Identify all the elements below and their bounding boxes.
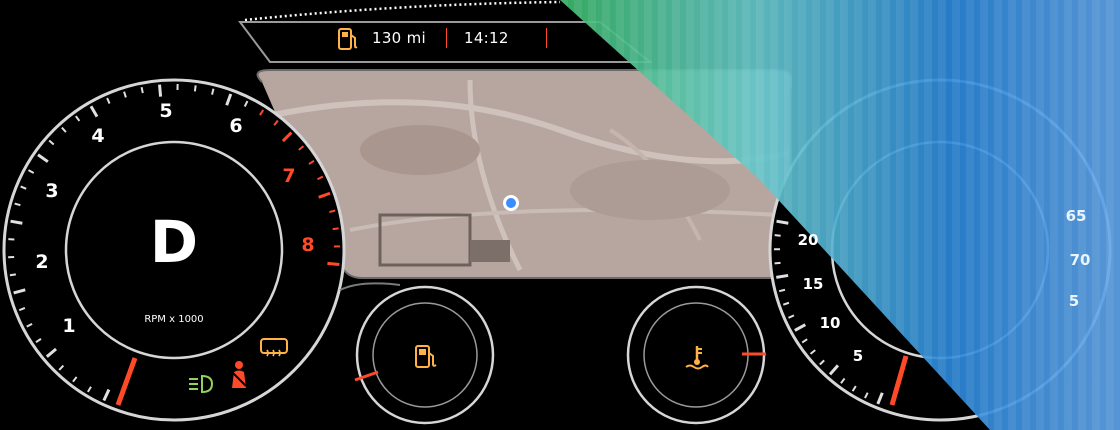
dial-tick (158, 84, 163, 97)
dial-tick (776, 219, 789, 225)
dial-tick (776, 273, 789, 279)
dial-tick (140, 86, 144, 94)
rpm-scale-1: 1 (62, 315, 76, 337)
dial-tick (10, 219, 23, 225)
dial-tick (327, 261, 340, 266)
rpm-scale-3: 3 (45, 180, 59, 202)
rpm-scale-6: 6 (229, 115, 243, 137)
rear-defrost-icon (260, 338, 288, 357)
speed-scale-partial: 5 (1068, 292, 1080, 310)
dial-tick (329, 209, 336, 213)
clock-readout: 14:12 (464, 29, 509, 47)
fuel-pump-icon (338, 28, 358, 50)
seatbelt-warning-icon (231, 361, 247, 388)
speed-scale-65: 65 (1065, 207, 1087, 225)
dial-tick (9, 273, 17, 277)
coolant-temp-icon (685, 346, 709, 370)
top-info-bar: 130 mi 14:12 (240, 14, 660, 64)
current-location-dot[interactable] (503, 195, 519, 211)
speed-scale-10: 10 (819, 314, 841, 332)
divider (546, 28, 547, 48)
speed-scale-20: 20 (797, 231, 819, 249)
rpm-unit-label: RPM x 1000 (144, 314, 204, 325)
gear-indicator: D (149, 208, 199, 276)
divider (446, 28, 447, 48)
speed-scale-70: 70 (1069, 251, 1091, 269)
dial-tick (774, 234, 781, 237)
rpm-scale-4: 4 (91, 125, 105, 147)
speed-scale-15: 15 (802, 275, 824, 293)
dial-tick (211, 88, 215, 95)
range-readout: 130 mi (372, 29, 426, 47)
headlight-icon (189, 374, 214, 394)
rpm-scale-7: 7 (282, 165, 296, 187)
dial-tick (332, 227, 339, 231)
fuel-pump-icon (415, 345, 437, 368)
rpm-scale-2: 2 (35, 251, 49, 273)
rpm-scale-8: 8 (301, 234, 315, 256)
dial-tick (193, 85, 197, 92)
speed-scale-5: 5 (852, 347, 864, 365)
rpm-scale-5: 5 (159, 100, 173, 122)
